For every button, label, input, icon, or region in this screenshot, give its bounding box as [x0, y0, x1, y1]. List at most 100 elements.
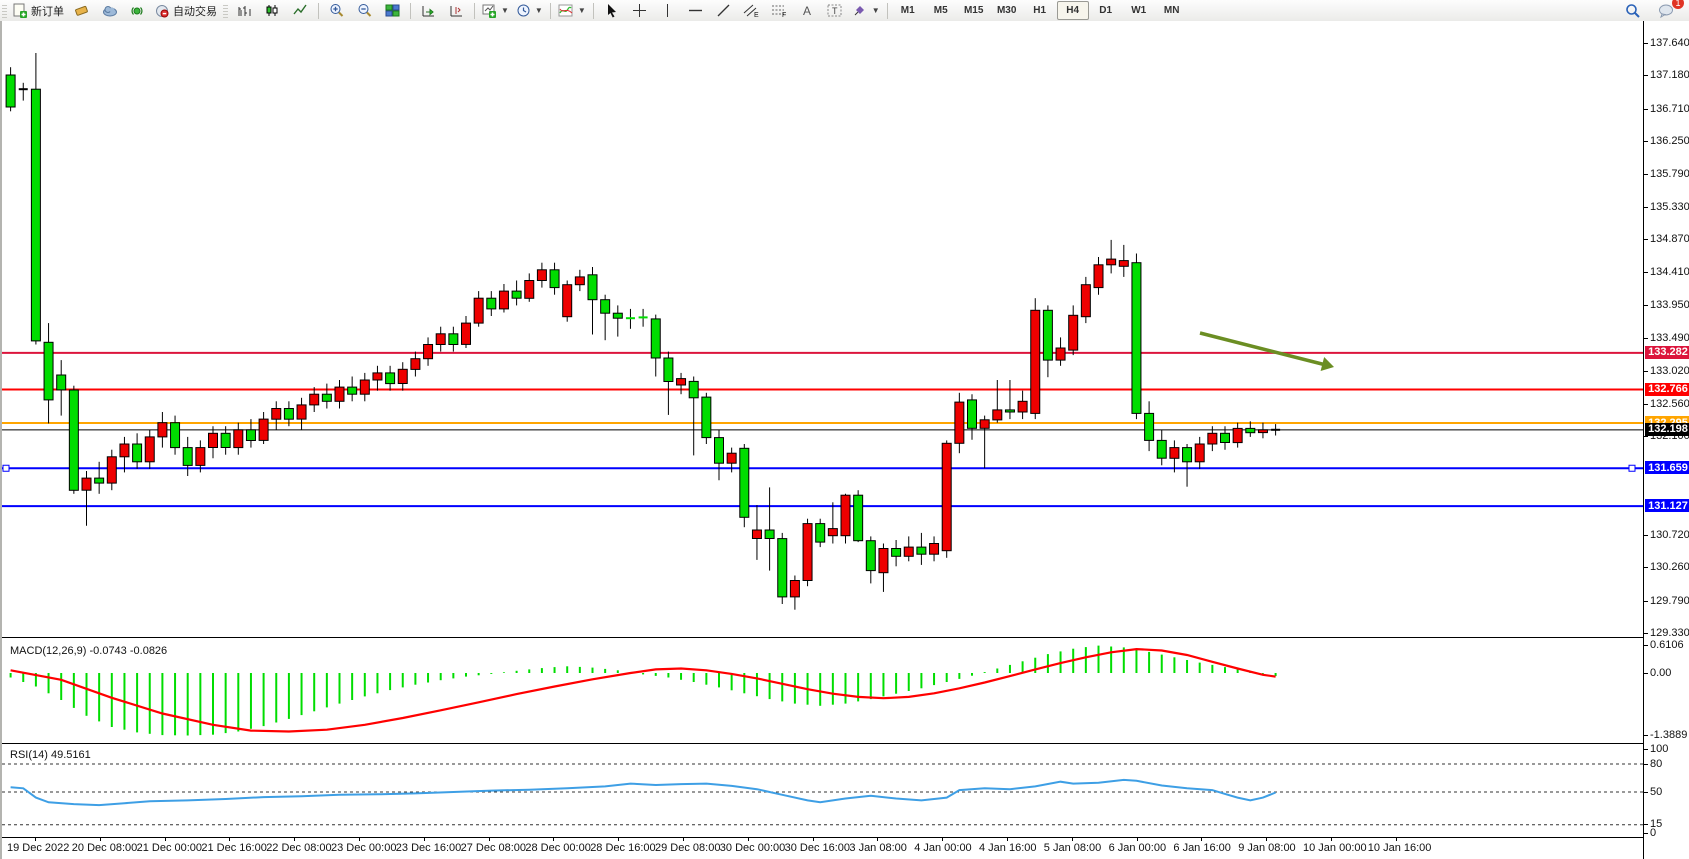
candle-body: [360, 380, 369, 394]
price-axis-tick: [1644, 141, 1648, 142]
candle-body: [398, 369, 407, 383]
cloud-button[interactable]: [96, 0, 123, 21]
timeframe-mn-button[interactable]: MN: [1156, 1, 1188, 20]
price-axis-tick: [1644, 436, 1648, 437]
trendline-tool-button[interactable]: [710, 0, 737, 21]
vertical-line-tool-button[interactable]: [654, 0, 681, 21]
auto-trading-button[interactable]: 自动交易: [152, 0, 220, 21]
tile-windows-button[interactable]: [379, 0, 406, 21]
fibonacci-icon: F: [771, 3, 788, 18]
toolbar-grip[interactable]: [223, 3, 228, 18]
zoom-in-button[interactable]: [323, 0, 350, 21]
price-axis-label: 133.950: [1650, 299, 1689, 311]
price-axis-label: 134.410: [1650, 266, 1689, 278]
line-handle[interactable]: [3, 465, 9, 471]
candle-body: [1043, 310, 1052, 360]
eraser-button[interactable]: [68, 0, 95, 21]
shapes-tool-button[interactable]: ▼: [850, 0, 883, 21]
price-axis-label: 133.490: [1650, 332, 1689, 344]
new-chart-button[interactable]: ▼: [479, 0, 512, 21]
price-axis-label: 129.790: [1650, 595, 1689, 607]
chart-shift-icon: [449, 3, 464, 18]
time-axis-label: 23 Dec 16:00: [396, 842, 461, 854]
price-axis-tick: [1644, 75, 1648, 76]
timeframe-m30-button[interactable]: M30: [991, 1, 1023, 20]
timeframe-m5-button[interactable]: M5: [925, 1, 957, 20]
bar-chart-mode-button[interactable]: [231, 0, 258, 21]
line-handle[interactable]: [1629, 465, 1635, 471]
rsi-indicator-pane[interactable]: [2, 746, 1643, 837]
macd-indicator-pane[interactable]: [2, 641, 1643, 743]
vertical-line-icon: [661, 3, 674, 18]
horizontal-line-tool-button[interactable]: [682, 0, 709, 21]
macd-label: MACD(12,26,9) -0.0743 -0.0826: [10, 645, 167, 657]
toolbar-grip[interactable]: [2, 3, 7, 18]
line-chart-mode-button[interactable]: [287, 0, 314, 21]
equidistant-channel-tool-button[interactable]: E: [738, 0, 765, 21]
search-button[interactable]: [1619, 0, 1646, 21]
svg-text:A: A: [803, 4, 811, 18]
notification-badge: 1: [1672, 0, 1684, 9]
candle-body: [651, 319, 660, 358]
time-axis-label: 28 Dec 00:00: [525, 842, 590, 854]
trend-arrow-drawing[interactable]: [1200, 333, 1324, 365]
candle-body: [980, 420, 989, 429]
time-axis-label: 10 Jan 16:00: [1368, 842, 1432, 854]
price-axis-tick: [1644, 371, 1648, 372]
time-axis-tick: [942, 838, 943, 841]
timeframe-m1-button[interactable]: M1: [892, 1, 924, 20]
candle-body: [1119, 261, 1128, 267]
timeframe-w1-button[interactable]: W1: [1123, 1, 1155, 20]
price-axis-label: 130.720: [1650, 529, 1689, 541]
candle-body: [942, 443, 951, 550]
text-label-icon: T: [827, 3, 843, 18]
new-order-button[interactable]: 新订单: [10, 0, 67, 21]
timeframe-d1-button[interactable]: D1: [1090, 1, 1122, 20]
time-axis-tick: [489, 838, 490, 841]
horizontal-line-icon: [688, 3, 703, 18]
main-price-chart[interactable]: [2, 22, 1643, 638]
timeframe-m15-button[interactable]: M15: [958, 1, 990, 20]
candle-body: [462, 323, 471, 344]
fibonacci-tool-button[interactable]: F: [766, 0, 793, 21]
indicators-button[interactable]: ▼: [555, 0, 589, 21]
price-axis-label: 0: [1650, 827, 1656, 839]
time-axis-label: 4 Jan 16:00: [979, 842, 1037, 854]
candle-body: [1069, 315, 1078, 350]
notifications-button[interactable]: 1: [1652, 0, 1679, 21]
time-axis-label: 23 Dec 00:00: [331, 842, 396, 854]
candle-body: [171, 423, 180, 448]
chart-shift-button[interactable]: [443, 0, 470, 21]
auto-scroll-button[interactable]: [415, 0, 442, 21]
crosshair-tool-button[interactable]: [626, 0, 653, 21]
candle-body: [1094, 265, 1103, 288]
candlestick-mode-button[interactable]: [259, 0, 286, 21]
cursor-tool-button[interactable]: [598, 0, 625, 21]
candle-body: [246, 430, 255, 441]
text-tool-button[interactable]: A: [794, 0, 821, 21]
cloud-icon: [102, 3, 118, 18]
text-label-tool-button[interactable]: T: [822, 0, 849, 21]
time-axis[interactable]: 19 Dec 202220 Dec 08:0021 Dec 00:0021 De…: [2, 837, 1643, 859]
time-axis-label: 21 Dec 00:00: [137, 842, 202, 854]
price-axis[interactable]: ▲ 137.640137.180136.710136.250135.790135…: [1643, 21, 1689, 859]
price-axis-label: 130.260: [1650, 561, 1689, 573]
signal-icon: [130, 3, 145, 18]
signal-button[interactable]: [124, 0, 151, 21]
price-axis-tick: [1644, 673, 1648, 674]
price-axis-tick: [1644, 764, 1648, 765]
time-axis-tick: [229, 838, 230, 841]
candle-body: [310, 394, 319, 405]
period-button[interactable]: ▼: [513, 0, 546, 21]
candle-body: [1018, 401, 1027, 412]
time-axis-tick: [1201, 838, 1202, 841]
price-axis-tick: [1644, 207, 1648, 208]
time-axis-label: 6 Jan 00:00: [1109, 842, 1167, 854]
candle-body: [348, 387, 357, 394]
timeframe-h4-button[interactable]: H4: [1057, 1, 1089, 20]
zoom-out-button[interactable]: [351, 0, 378, 21]
candle-body: [613, 313, 622, 318]
candle-body: [209, 433, 218, 447]
timeframe-h1-button[interactable]: H1: [1024, 1, 1056, 20]
candle-body: [955, 402, 964, 443]
